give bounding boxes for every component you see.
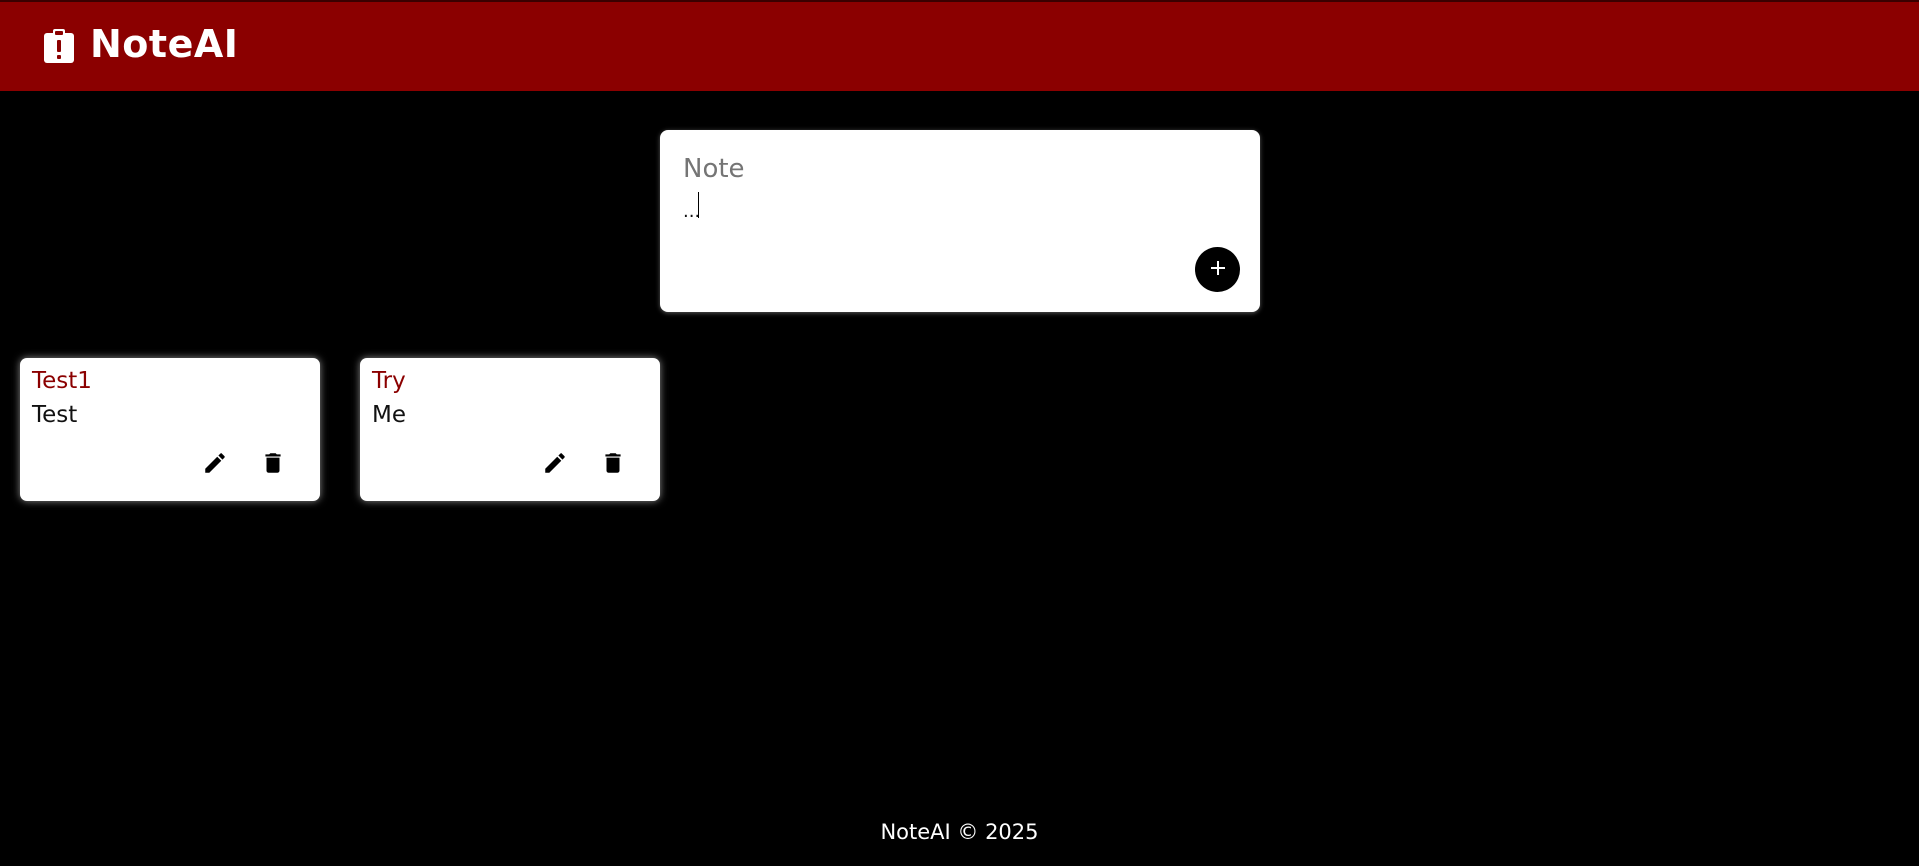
plus-icon <box>1209 259 1227 280</box>
note-card: Test1 Test <box>20 358 320 501</box>
delete-note-button[interactable] <box>597 448 629 480</box>
note-title: Test1 <box>32 368 92 394</box>
clipboard-alert-icon <box>44 29 74 63</box>
page-footer: NoteAI © 2025 <box>880 820 1039 844</box>
app-title: NoteAI <box>90 22 239 66</box>
note-content-input[interactable] <box>683 196 1223 226</box>
delete-note-button[interactable] <box>257 448 289 480</box>
edit-note-button[interactable] <box>199 448 231 480</box>
note-content: Test <box>32 402 78 428</box>
add-note-button[interactable] <box>1195 247 1240 292</box>
pencil-icon <box>542 450 568 479</box>
note-card: Try Me <box>360 358 660 501</box>
note-title: Try <box>372 368 406 394</box>
trash-icon <box>600 450 626 479</box>
note-title-input[interactable] <box>683 152 1223 186</box>
note-composer <box>660 130 1260 312</box>
trash-icon <box>260 450 286 479</box>
edit-note-button[interactable] <box>539 448 571 480</box>
text-caret <box>698 192 699 218</box>
note-content: Me <box>372 402 406 428</box>
pencil-icon <box>202 450 228 479</box>
app-header: NoteAI <box>0 0 1919 91</box>
app-root: NoteAI Test1 Test <box>0 0 1919 866</box>
